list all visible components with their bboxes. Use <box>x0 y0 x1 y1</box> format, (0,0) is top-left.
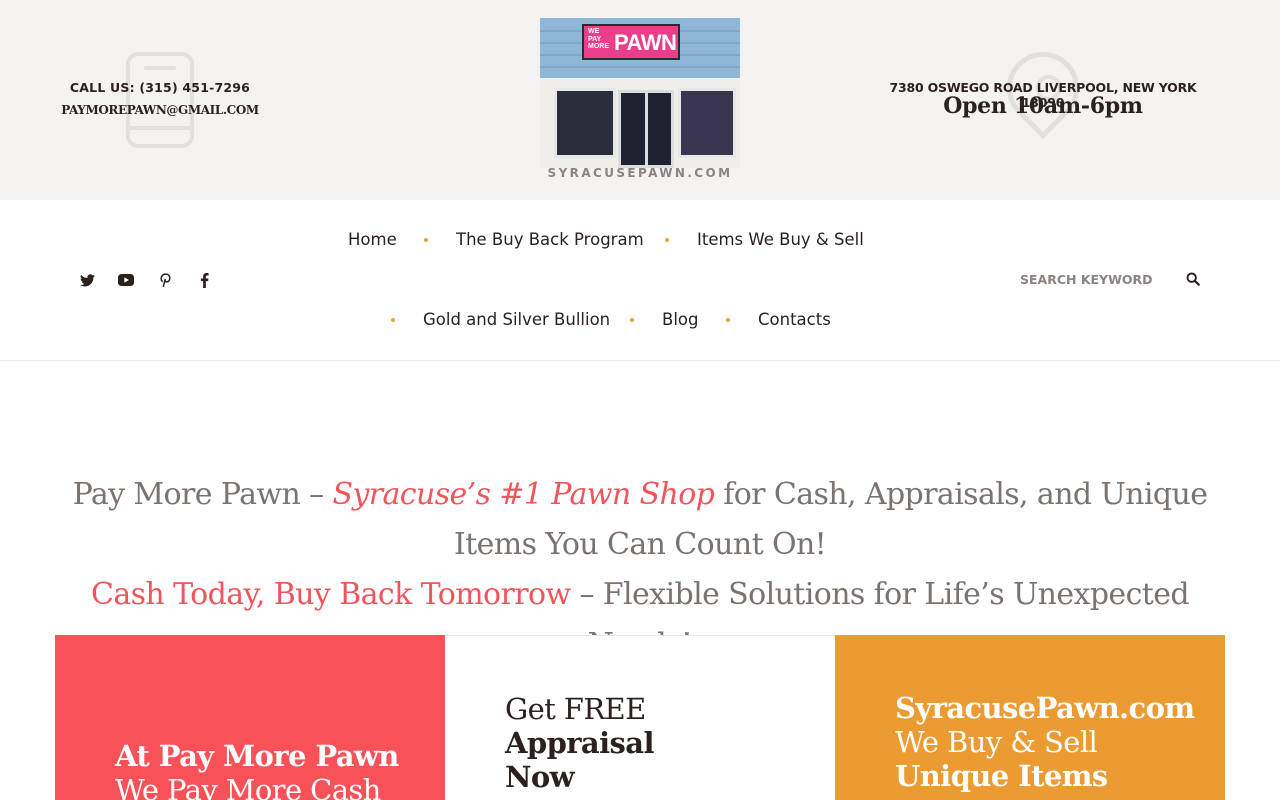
promo-card-subtitle: We Pay More Cash <box>115 773 381 800</box>
menu-separator <box>630 318 634 322</box>
logo-door <box>618 90 674 168</box>
promo-card-pay-more-cash[interactable]: At Pay More Pawn We Pay More Cash <box>55 635 445 800</box>
logo-sign-title: PAWN <box>614 30 677 55</box>
promo-card-free-appraisal[interactable]: Get FREE Appraisal Now <box>445 635 835 800</box>
nav-item-blog[interactable]: Blog <box>662 308 698 332</box>
hero-line-2-highlight: Cash Today, Buy Back Tomorrow <box>90 577 571 612</box>
main-menu-row-2: Gold and Silver Bullion Blog Contacts <box>0 308 1280 332</box>
email-link[interactable]: PAYMOREPAWN@GMAIL.COM <box>40 103 280 117</box>
promo-card-title: Get FREE <box>505 692 646 726</box>
hero-line-1: Pay More Pawn – Syracuse’s #1 Pawn Shop … <box>40 470 1240 570</box>
search-input[interactable]: SEARCH KEYWORD <box>1020 271 1180 289</box>
menu-separator <box>726 318 730 322</box>
main-menu-row-1: Home The Buy Back Program Items We Buy &… <box>0 228 1280 252</box>
logo-sign-word: WE <box>588 28 600 35</box>
phone-icon <box>126 52 194 148</box>
pinterest-icon[interactable] <box>156 271 174 289</box>
facebook-icon[interactable] <box>195 271 213 289</box>
menu-separator <box>391 318 395 322</box>
nav-item-buy-back-program[interactable]: The Buy Back Program <box>456 228 644 252</box>
promo-card-subtitle: We Buy & Sell <box>895 725 1098 759</box>
top-header: CALL US: (315) 451-7296 PAYMOREPAWN@GMAI… <box>0 0 1280 200</box>
store-hours: Open 10am-6pm <box>943 93 1143 119</box>
logo-window <box>678 88 736 158</box>
promo-card-subtitle: Appraisal <box>505 726 654 760</box>
phone-number[interactable]: CALL US: (315) 451-7296 <box>40 80 280 95</box>
hero-line-1-prefix: Pay More Pawn – <box>72 477 333 512</box>
promo-card-title: At Pay More Pawn <box>115 739 399 773</box>
promo-card-title: SyracusePawn.com <box>895 691 1195 725</box>
promo-card-buy-sell[interactable]: SyracusePawn.com We Buy & Sell Unique It… <box>835 635 1225 800</box>
menu-separator <box>424 238 428 242</box>
logo-sign-word: MORE <box>588 43 609 51</box>
nav-item-gold-silver-bullion[interactable]: Gold and Silver Bullion <box>423 308 610 332</box>
twitter-icon[interactable] <box>78 271 96 289</box>
logo-sign-word: PAY <box>588 35 602 43</box>
menu-separator <box>665 238 669 242</box>
site-caption: SYRACUSEPAWN.COM <box>547 166 733 180</box>
promo-card-subtitle: Unique Items <box>895 759 1108 793</box>
nav-item-home[interactable]: Home <box>348 228 397 252</box>
nav-item-items-we-buy-sell[interactable]: Items We Buy & Sell <box>697 228 864 252</box>
logo-window <box>554 88 616 158</box>
site-logo[interactable]: WE PAY MORE PAWN <box>540 18 740 168</box>
promo-card-subtitle: Now <box>505 760 575 794</box>
logo-store-sign: WE PAY MORE PAWN <box>582 24 680 60</box>
nav-item-contacts[interactable]: Contacts <box>758 308 831 332</box>
hero-line-1-highlight: Syracuse’s #1 Pawn Shop <box>332 477 715 512</box>
youtube-icon[interactable] <box>117 271 135 289</box>
search-icon[interactable] <box>1186 272 1202 288</box>
